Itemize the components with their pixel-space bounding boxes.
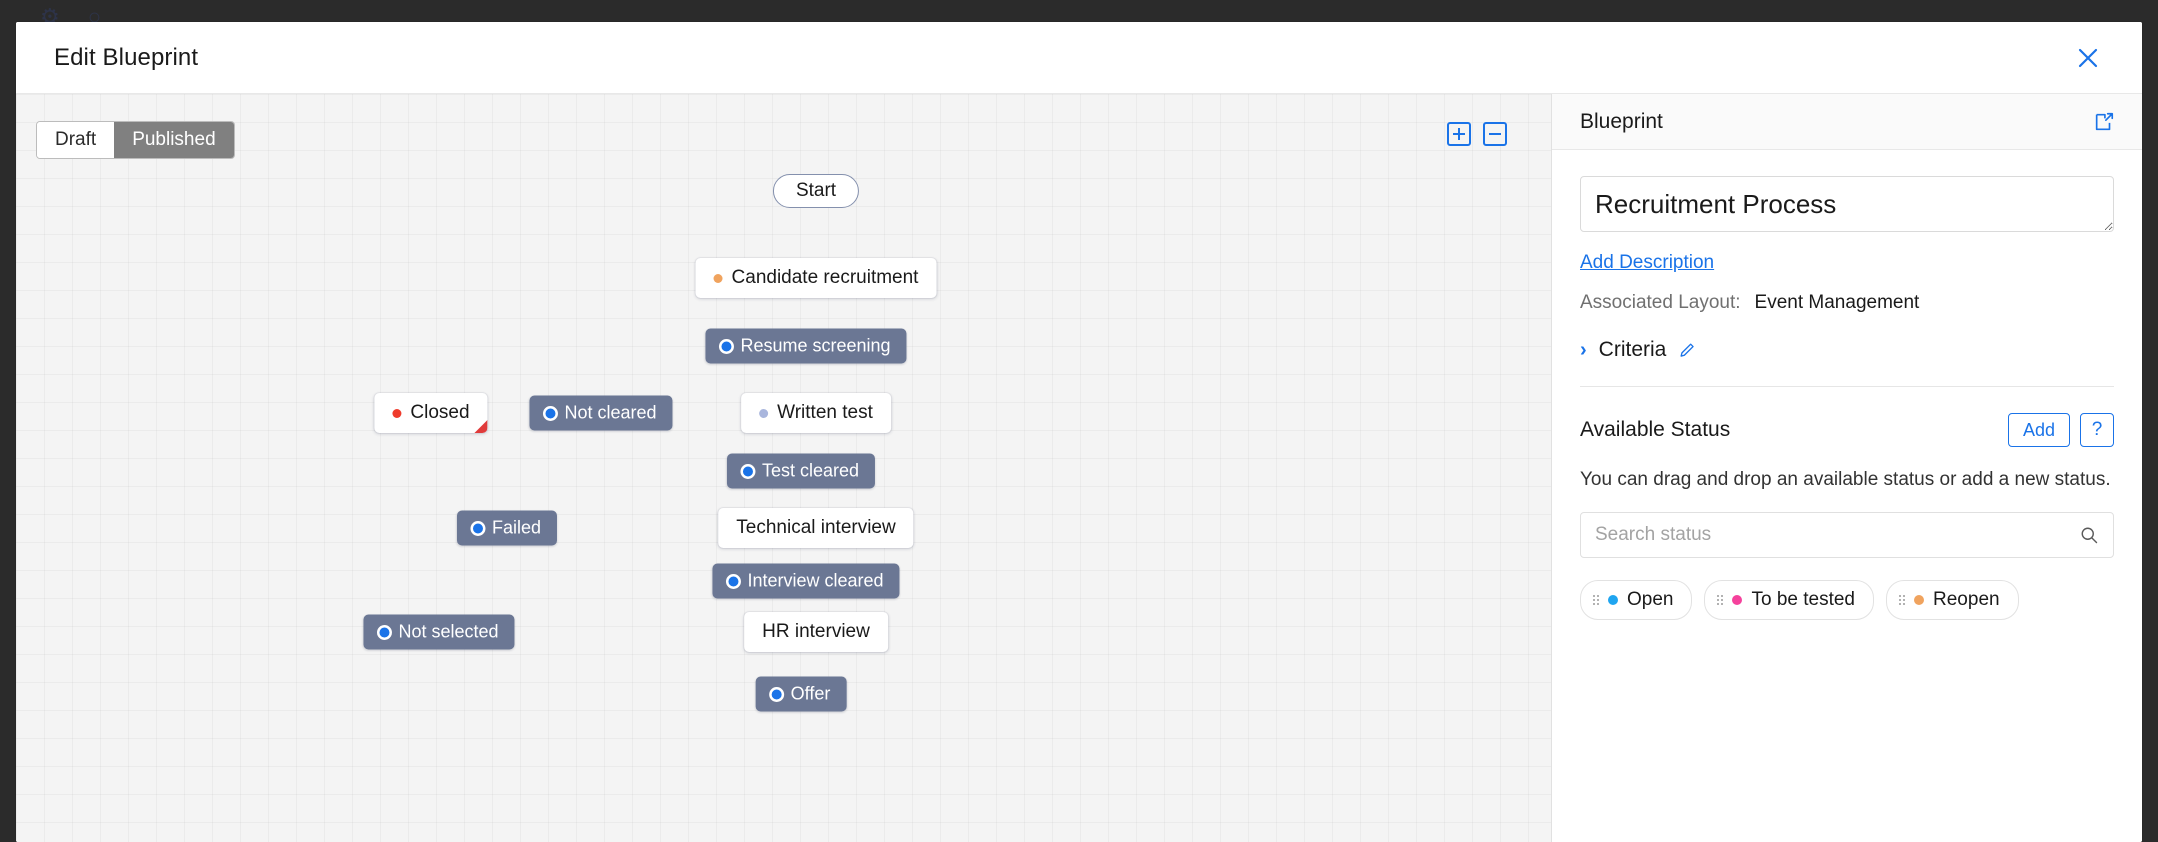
modal-body: Draft Published bbox=[16, 94, 2142, 842]
criteria-row[interactable]: › Criteria bbox=[1580, 338, 2114, 362]
status-dot bbox=[392, 409, 401, 418]
corner-flag-icon bbox=[475, 420, 488, 433]
zoom-out-button[interactable] bbox=[1483, 122, 1507, 146]
flow-node-hr-interview[interactable]: HR interview bbox=[744, 612, 888, 652]
flow-node-label: Candidate recruitment bbox=[732, 267, 919, 289]
status-chip[interactable]: Reopen bbox=[1886, 580, 2019, 620]
flow-node-written-test[interactable]: Written test bbox=[741, 393, 891, 433]
status-actions: Add ? bbox=[2008, 413, 2114, 447]
page-title: Edit Blueprint bbox=[54, 44, 198, 72]
status-chip[interactable]: To be tested bbox=[1704, 580, 1874, 620]
zoom-in-button[interactable] bbox=[1447, 122, 1471, 146]
add-description-link[interactable]: Add Description bbox=[1580, 252, 1714, 274]
flow-node-label: Start bbox=[796, 180, 836, 202]
available-status-title: Available Status bbox=[1580, 418, 1730, 442]
flow-node-start[interactable]: Start bbox=[773, 174, 859, 208]
flow-node-closed[interactable]: Closed bbox=[374, 393, 487, 433]
flow-node-resume-screening[interactable]: Resume screening bbox=[705, 329, 906, 364]
blueprint-panel: Blueprint Recruitment Process Add Descri… bbox=[1552, 94, 2142, 842]
flow-node-label: Not cleared bbox=[564, 403, 656, 424]
status-color-dot bbox=[1608, 595, 1618, 605]
flow-node-label: Resume screening bbox=[740, 336, 890, 357]
status-dot bbox=[759, 409, 768, 418]
connector-lines bbox=[16, 94, 316, 244]
drag-handle-icon[interactable] bbox=[1717, 595, 1723, 605]
help-button[interactable]: ? bbox=[2080, 413, 2114, 447]
flow-node-label: Technical interview bbox=[736, 517, 895, 539]
flow-node-interview-cleared[interactable]: Interview cleared bbox=[712, 564, 899, 599]
flow-node-label: HR interview bbox=[762, 621, 870, 643]
flow-node-label: Written test bbox=[777, 402, 873, 424]
panel-content: Recruitment Process Add Description Asso… bbox=[1552, 150, 2142, 842]
blueprint-name-field[interactable]: Recruitment Process bbox=[1580, 176, 2114, 232]
flow-node-not-selected[interactable]: Not selected bbox=[363, 615, 514, 650]
flow-node-label: Failed bbox=[492, 518, 541, 539]
status-dot bbox=[379, 627, 389, 637]
flow-node-label: Offer bbox=[791, 684, 831, 705]
close-icon[interactable] bbox=[2068, 38, 2108, 78]
search-icon[interactable] bbox=[2079, 525, 2113, 545]
status-chip-label: Open bbox=[1627, 589, 1673, 611]
search-input[interactable] bbox=[1581, 524, 2079, 546]
drag-handle-icon[interactable] bbox=[1899, 595, 1905, 605]
add-status-button[interactable]: Add bbox=[2008, 413, 2070, 447]
flow-node-label: Closed bbox=[410, 402, 469, 424]
zoom-controls bbox=[1447, 122, 1507, 146]
flow-node-failed[interactable]: Failed bbox=[457, 511, 557, 546]
flow-node-label: Interview cleared bbox=[747, 571, 883, 592]
modal-header: Edit Blueprint bbox=[16, 22, 2142, 94]
associated-layout-label: Associated Layout: bbox=[1580, 292, 1741, 314]
status-dot bbox=[743, 466, 753, 476]
status-dot bbox=[545, 408, 555, 418]
panel-title: Blueprint bbox=[1580, 110, 1663, 134]
flow-node-candidate-recruitment[interactable]: Candidate recruitment bbox=[696, 258, 937, 298]
status-hint-text: You can drag and drop an available statu… bbox=[1580, 465, 2114, 494]
flow-node-label: Test cleared bbox=[762, 461, 859, 482]
status-color-dot bbox=[1732, 595, 1742, 605]
flow-node-offer[interactable]: Offer bbox=[756, 677, 847, 712]
panel-header: Blueprint bbox=[1552, 94, 2142, 150]
flow-node-not-cleared[interactable]: Not cleared bbox=[529, 396, 672, 431]
json-export-icon[interactable] bbox=[2090, 108, 2118, 136]
flow-node-test-cleared[interactable]: Test cleared bbox=[727, 454, 875, 489]
status-chip[interactable]: Open bbox=[1580, 580, 1692, 620]
pencil-icon[interactable] bbox=[1678, 341, 1697, 360]
criteria-label: Criteria bbox=[1599, 338, 1667, 362]
available-status-header: Available Status Add ? bbox=[1580, 413, 2114, 447]
status-dot bbox=[728, 576, 738, 586]
toggle-published[interactable]: Published bbox=[114, 122, 233, 158]
status-chip-label: Reopen bbox=[1933, 589, 2000, 611]
associated-layout-value: Event Management bbox=[1755, 292, 1920, 314]
flow-node-label: Not selected bbox=[398, 622, 498, 643]
toggle-draft[interactable]: Draft bbox=[37, 122, 114, 158]
associated-layout-row: Associated Layout: Event Management bbox=[1580, 292, 2114, 314]
status-color-dot bbox=[1914, 595, 1924, 605]
status-dot bbox=[473, 523, 483, 533]
chevron-right-icon[interactable]: › bbox=[1580, 340, 1587, 360]
flow-node-technical-interview[interactable]: Technical interview bbox=[718, 508, 913, 548]
status-dot bbox=[714, 274, 723, 283]
search-status-field[interactable] bbox=[1580, 512, 2114, 558]
status-dot bbox=[721, 341, 731, 351]
edit-blueprint-modal: Edit Blueprint Draft Published bbox=[16, 22, 2142, 842]
available-status-list: Open To be tested Reopen bbox=[1580, 580, 2114, 620]
status-chip-label: To be tested bbox=[1751, 589, 1855, 611]
blueprint-canvas[interactable]: Draft Published bbox=[16, 94, 1552, 842]
drag-handle-icon[interactable] bbox=[1593, 595, 1599, 605]
status-dot bbox=[772, 689, 782, 699]
section-divider bbox=[1580, 386, 2114, 387]
draft-published-toggle[interactable]: Draft Published bbox=[36, 121, 235, 159]
